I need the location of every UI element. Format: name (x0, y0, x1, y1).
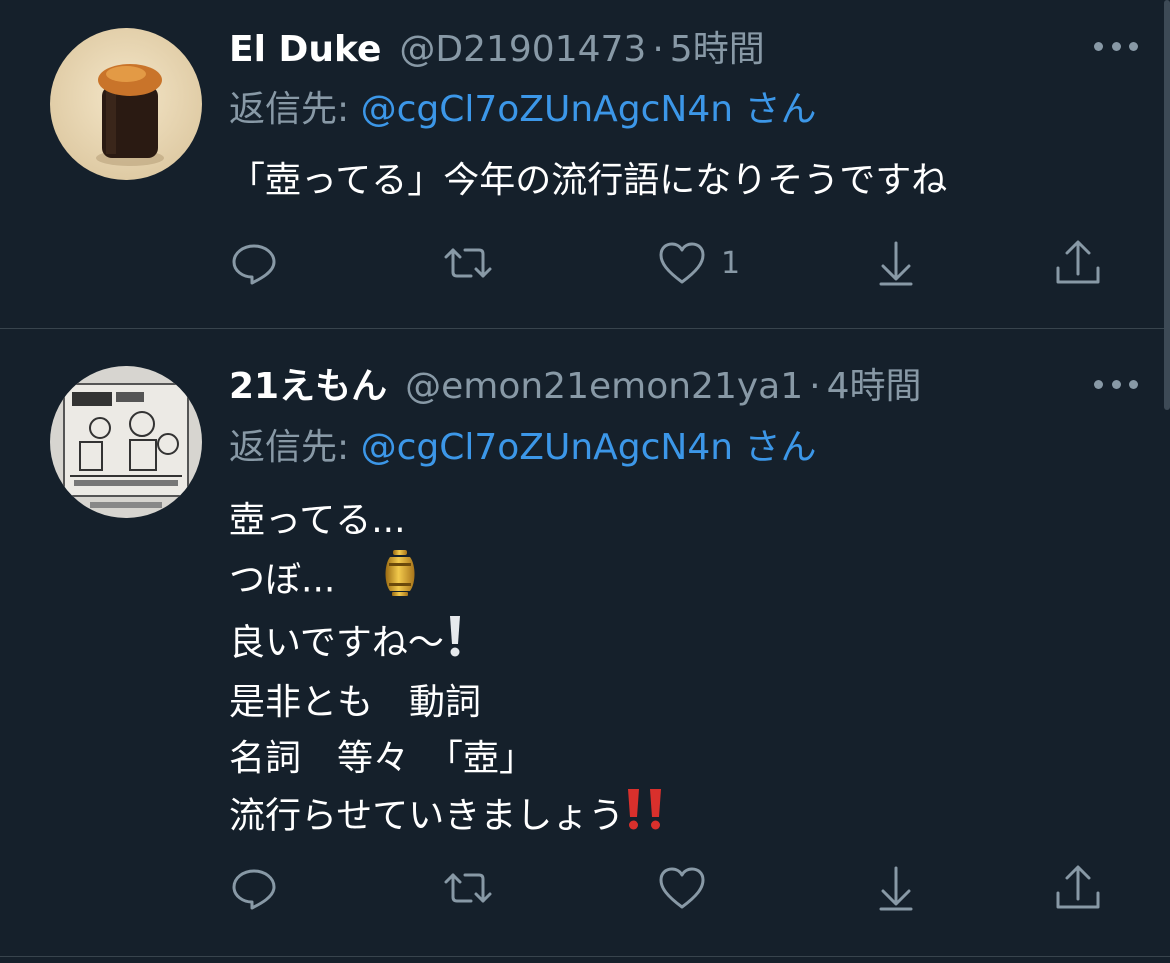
tweet-line: 是非とも 動詞 (229, 675, 668, 731)
tweet[interactable]: El Duke @D21901473 · 5時間 返信先: @cgCl7oZUn… (0, 0, 1170, 328)
tweet-header: 21えもん @emon21emon21ya1 · 4時間 (229, 357, 921, 407)
download-icon (879, 241, 913, 286)
tweet-line: 流行らせていきましょう (229, 787, 668, 848)
tweet-line-text: 壺ってる... (229, 500, 406, 541)
sushi-photo-avatar (50, 28, 202, 180)
more-options-button[interactable] (1094, 36, 1138, 56)
reply-label: 返信先: (229, 427, 350, 468)
avatar[interactable] (50, 28, 202, 180)
action-bar: 1 (229, 238, 1109, 288)
action-bar (229, 863, 1109, 913)
download-button[interactable] (871, 863, 921, 913)
share-icon (1056, 865, 1100, 909)
tweet-line: つぼ... (229, 549, 668, 614)
dot-icon (1094, 379, 1103, 389)
heart-icon (659, 867, 705, 909)
reply-context: 返信先: @cgCl7oZUnAgcN4n さん (229, 418, 817, 470)
reply-mention-link[interactable]: @cgCl7oZUnAgcN4n (361, 89, 733, 130)
separator-dot: · (652, 29, 664, 70)
timestamp[interactable]: 4時間 (827, 357, 922, 409)
display-name[interactable]: El Duke (229, 29, 381, 70)
display-name[interactable]: 21えもん (229, 357, 387, 409)
reply-button[interactable] (229, 238, 279, 288)
tweet[interactable]: 21えもん @emon21emon21ya1 · 4時間 返信先: @cgCl7… (0, 329, 1170, 961)
dot-icon (1111, 41, 1121, 51)
retweet-button[interactable] (443, 238, 493, 288)
reply-mention-link[interactable]: @cgCl7oZUnAgcN4n (361, 427, 733, 468)
tweet-line-text: 良いですね〜 (229, 622, 444, 664)
retweet-icon (444, 873, 492, 903)
tweet-line-text: 是非とも 動詞 (229, 682, 482, 723)
tweet-line: 「壺ってる」今年の流行語になりそうですね (229, 160, 948, 201)
reply-icon (232, 869, 276, 910)
reply-context: 返信先: @cgCl7oZUnAgcN4n さん (229, 80, 817, 132)
avatar[interactable] (50, 366, 202, 518)
double-exclamation-emoji (624, 787, 668, 848)
heart-icon (659, 242, 705, 284)
dot-icon (1111, 379, 1121, 389)
tweet-text: 壺ってる... つぼ... 良いですね〜 是非とも 動詞名詞 等々 「壺」流行らせてい… (229, 493, 668, 848)
tweet-line: 良いですね〜 (229, 614, 668, 675)
retweet-button[interactable] (443, 863, 493, 913)
share-icon (1056, 240, 1100, 284)
like-button[interactable] (657, 863, 721, 913)
retweet-icon (444, 248, 492, 278)
download-button[interactable] (871, 238, 921, 288)
reply-suffix: さん (744, 427, 817, 468)
reply-label: 返信先: (229, 89, 350, 130)
reply-button[interactable] (229, 863, 279, 913)
newspaper-cartoon-avatar (50, 366, 202, 518)
urn-emoji (383, 549, 417, 614)
divider (0, 956, 1170, 957)
share-button[interactable] (1053, 238, 1103, 288)
download-icon (879, 866, 913, 911)
dot-icon (1129, 379, 1138, 389)
white-exclamation-emoji (444, 614, 466, 675)
user-handle[interactable]: @emon21emon21ya1 (405, 366, 803, 407)
timestamp[interactable]: 5時間 (670, 20, 765, 72)
tweet-line-text: つぼ... (229, 559, 336, 601)
like-button[interactable]: 1 (657, 238, 740, 288)
like-count: 1 (721, 245, 741, 281)
tweet-line: 壺ってる... (229, 493, 668, 549)
user-handle[interactable]: @D21901473 (399, 29, 646, 70)
separator-dot: · (809, 366, 821, 407)
timeline: El Duke @D21901473 · 5時間 返信先: @cgCl7oZUn… (0, 0, 1170, 963)
share-button[interactable] (1053, 863, 1103, 913)
reply-suffix: さん (744, 89, 817, 130)
tweet-line-text: 流行らせていきましょう (229, 795, 625, 837)
reply-icon (232, 244, 276, 285)
tweet-header: El Duke @D21901473 · 5時間 (229, 20, 765, 70)
more-options-button[interactable] (1094, 374, 1138, 394)
tweet-text: 「壺ってる」今年の流行語になりそうですね (229, 153, 947, 209)
scrollbar-thumb[interactable] (1164, 0, 1170, 410)
dot-icon (1094, 41, 1103, 51)
dot-icon (1129, 41, 1138, 51)
tweet-line-text: 名詞 等々 「壺」 (229, 738, 536, 779)
tweet-line: 名詞 等々 「壺」 (229, 731, 668, 787)
